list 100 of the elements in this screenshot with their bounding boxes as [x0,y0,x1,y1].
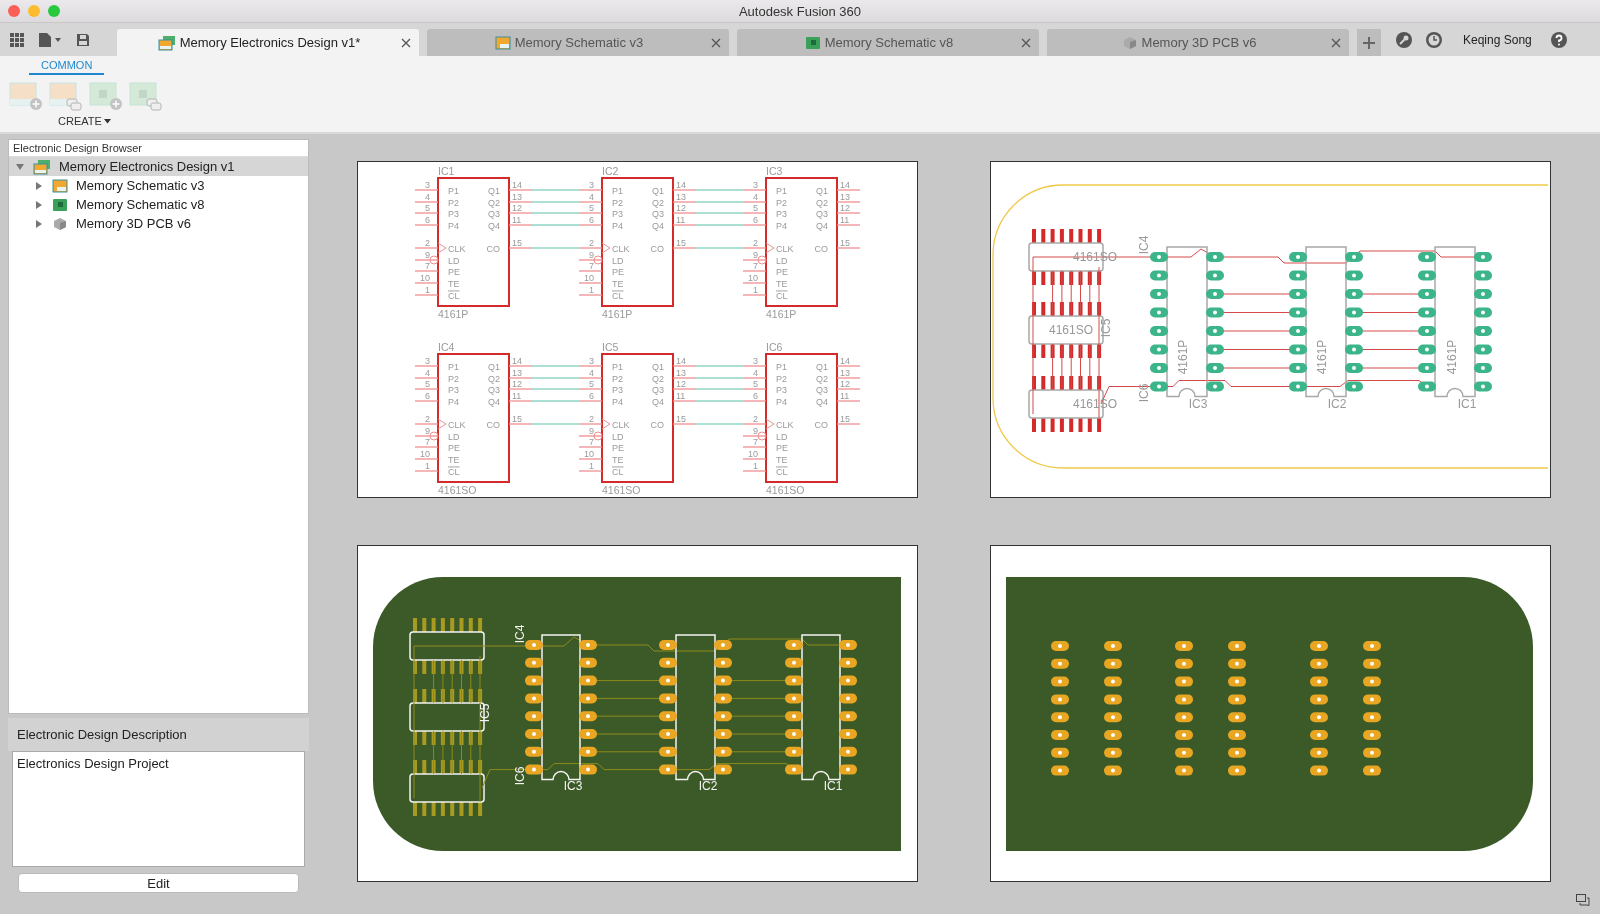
pin-label: TE [612,454,624,465]
document-tab[interactable]: Memory 3D PCB v6 [1047,29,1349,56]
document-tab[interactable]: Memory Schematic v8 [737,29,1039,56]
pin-label: Q2 [488,197,500,208]
tree-item[interactable]: Memory Schematic v3 [9,176,308,195]
close-icon[interactable] [401,37,411,48]
close-icon[interactable] [1331,37,1341,48]
pin-number: 7 [425,437,430,447]
close-icon[interactable] [1021,37,1031,48]
pin-label: Q3 [652,384,664,395]
viewport[interactable]: IC4 IC5 IC6 IC3 IC2 IC1 [357,545,918,882]
pin-number: 14 [676,356,686,366]
document-tab[interactable]: Memory Electronics Design v1* [117,29,419,56]
pin-number: 4 [753,192,758,202]
part-name: IC1 [1457,397,1477,411]
pin-label: Q2 [816,373,828,384]
pin-number: 5 [425,203,430,213]
pin-number: 11 [840,391,850,401]
pin-label: CLK [448,419,466,430]
file-menu-icon[interactable] [37,31,63,48]
pin-label: CLK [612,419,630,430]
description-field[interactable]: Electronics Design Project [12,751,305,867]
pin-label: P2 [612,373,623,384]
pin-label: PE [612,442,624,453]
pin-number: 1 [753,461,758,471]
pin-label: PE [448,266,460,277]
pin-label: Q4 [652,396,664,407]
pin-number: 12 [512,203,522,213]
pin-number: 5 [589,203,594,213]
package-name: 4161P [1315,339,1329,375]
design-stack-icon [33,158,51,175]
pin-label: P3 [448,208,459,219]
pin-label: LD [612,255,624,266]
pin-label: TE [612,278,624,289]
clock-icon[interactable] [1425,31,1443,49]
pin-number: 2 [425,414,430,424]
part-name: IC3 [563,779,583,793]
pin-number: 4 [753,368,758,378]
pin-label: P2 [776,197,787,208]
pin-number: 15 [512,414,522,424]
close-icon[interactable] [711,37,721,48]
pin-number: 11 [676,215,686,225]
document-tab[interactable]: Memory Schematic v3 [427,29,729,56]
pin-number: 6 [589,391,594,401]
pin-label: Q4 [652,220,664,231]
window-title: Autodesk Fusion 360 [738,3,862,19]
schematic-icon [52,178,68,193]
pin-label: CLK [448,243,466,254]
help-icon[interactable] [1549,31,1568,49]
pin-label: Q1 [488,361,500,372]
tree-item[interactable]: Memory Schematic v8 [9,195,308,214]
ic-name: IC6 [766,341,783,353]
pin-label: CL [776,290,788,301]
new-tab-button[interactable] [1357,29,1381,56]
pin-label: P1 [448,361,459,372]
close-window-button[interactable] [8,5,20,17]
tree-item[interactable]: Memory 3D PCB v6 [9,214,308,233]
pin-label: Q2 [652,197,664,208]
expand-arrow-icon[interactable] [34,218,44,229]
ic-name: IC1 [438,165,455,177]
collapse-arrow-icon[interactable] [15,161,25,172]
pin-label: P4 [448,396,459,407]
design-stack-icon [157,34,176,51]
pin-number: 5 [753,379,758,389]
pin-number: 10 [420,449,430,459]
pin-label: CO [486,419,500,430]
pin-label: Q3 [488,208,500,219]
pin-label: P1 [612,361,623,372]
pin-number: 9 [425,250,430,260]
pin-label: Q3 [816,208,828,219]
pin-label: Q1 [652,185,664,196]
wrench-icon[interactable] [1395,31,1413,49]
pin-label: LD [448,255,460,266]
pin-number: 10 [420,273,430,283]
pin-label: TE [448,278,460,289]
pin-number: 2 [425,238,430,248]
pin-label: P3 [776,384,787,395]
edit-button[interactable]: Edit [18,873,299,893]
toolbar-tab[interactable]: COMMON [29,58,105,75]
pin-number: 7 [753,261,758,271]
expand-arrow-icon[interactable] [34,180,44,191]
expand-arrow-icon[interactable] [34,199,44,210]
pin-label: P2 [448,373,459,384]
tree-item[interactable]: Memory Electronics Design v1 [9,157,308,176]
comments-icon[interactable] [1576,894,1590,906]
create-menu-button[interactable]: CREATE [58,115,111,127]
package-name: 4161P [438,308,469,320]
viewport[interactable] [990,545,1551,882]
apps-grid-icon[interactable] [9,31,25,48]
pin-number: 14 [676,180,686,190]
pin-number: 7 [589,261,594,271]
pin-number: 13 [676,192,686,202]
pin-label: CL [448,466,460,477]
viewport[interactable] [357,161,918,498]
save-icon[interactable] [75,31,91,48]
pin-number: 9 [589,426,594,436]
pin-number: 13 [840,368,850,378]
user-name[interactable]: Keqing Song [1463,33,1532,47]
package-name: 4161SO [766,484,805,496]
pin-label: P4 [448,220,459,231]
